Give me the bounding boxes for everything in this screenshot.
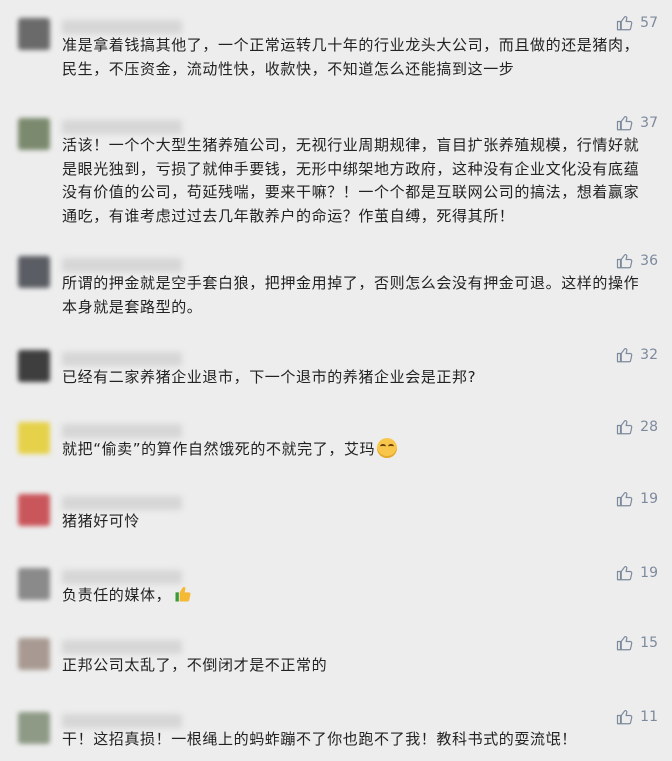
- comment-text-body: 负责任的媒体，: [62, 586, 172, 604]
- like-count: 19: [640, 491, 658, 507]
- like-count: 57: [640, 15, 658, 31]
- thumbs-up-outline-icon: [617, 254, 633, 269]
- comment-text: 就把“偷卖”的算作自然饿死的不就完了，艾玛: [62, 438, 654, 462]
- like-count: 32: [640, 347, 658, 363]
- thumbs-up-outline-icon: [617, 16, 633, 31]
- thumbs-up-outline-icon: [617, 348, 633, 363]
- like-count: 15: [640, 635, 658, 651]
- comment-text: 猪猪好可怜: [62, 512, 141, 530]
- commenter-name[interactable]: [62, 714, 182, 728]
- like-count: 36: [640, 253, 658, 269]
- like-button[interactable]: 28: [616, 416, 658, 438]
- comment-list: 57 准是拿着钱搞其他了，一个正常运转几十年的行业龙头大公司，而且做的还是猪肉，…: [0, 0, 672, 761]
- avatar[interactable]: [18, 494, 50, 526]
- avatar[interactable]: [18, 638, 50, 670]
- like-count: 37: [640, 115, 658, 131]
- avatar[interactable]: [18, 118, 50, 150]
- laugh-cry-emoji-icon: [377, 438, 398, 458]
- avatar[interactable]: [18, 256, 50, 288]
- thumbs-up-emoji-icon: [173, 584, 193, 604]
- like-count: 11: [640, 709, 658, 725]
- thumbs-up-outline-icon: [617, 116, 633, 131]
- commenter-name[interactable]: [62, 496, 182, 510]
- comment-text: 负责任的媒体，: [62, 584, 654, 608]
- thumbs-up-outline-icon: [617, 420, 633, 435]
- thumbs-up-outline-icon: [617, 636, 633, 651]
- thumbs-up-outline-icon: [617, 710, 633, 725]
- comment-text: 准是拿着钱搞其他了，一个正常运转几十年的行业龙头大公司，而且做的还是猪肉，民生，…: [62, 36, 640, 78]
- comment-text: 已经有二家养猪企业退市，下一个退市的养猪企业会是正邦?: [62, 368, 477, 386]
- commenter-name[interactable]: [62, 640, 182, 654]
- comment-text: 所谓的押金就是空手套白狼，把押金用掉了，否则怎么会没有押金可退。这样的操作本身就…: [62, 274, 640, 316]
- avatar[interactable]: [18, 350, 50, 382]
- avatar[interactable]: [18, 568, 50, 600]
- like-button[interactable]: 19: [616, 488, 658, 510]
- comment-text: 正邦公司太乱了，不倒闭才是不正常的: [62, 656, 328, 674]
- avatar[interactable]: [18, 18, 50, 50]
- commenter-name[interactable]: [62, 570, 182, 584]
- like-button[interactable]: 57: [616, 12, 658, 34]
- avatar[interactable]: [18, 712, 50, 744]
- like-button[interactable]: 19: [616, 562, 658, 584]
- commenter-name[interactable]: [62, 120, 182, 134]
- thumbs-up-outline-icon: [617, 492, 633, 507]
- comment-text: 活该！一个个大型生猪养殖公司，无视行业周期规律，盲目扩张养殖规模，行情好就是眼光…: [62, 136, 640, 225]
- like-button[interactable]: 15: [616, 632, 658, 654]
- avatar[interactable]: [18, 422, 50, 454]
- like-count: 19: [640, 565, 658, 581]
- commenter-name[interactable]: [62, 258, 182, 272]
- like-count: 28: [640, 419, 658, 435]
- thumbs-up-outline-icon: [617, 566, 633, 581]
- commenter-name[interactable]: [62, 424, 182, 438]
- like-button[interactable]: 11: [616, 706, 658, 728]
- comment-text-body: 就把“偷卖”的算作自然饿死的不就完了，艾玛: [62, 440, 376, 458]
- commenter-name[interactable]: [62, 20, 182, 34]
- commenter-name[interactable]: [62, 352, 182, 366]
- comment-text: 干！这招真损！一根绳上的蚂蚱蹦不了你也跑不了我！教科书式的耍流氓！: [62, 730, 577, 748]
- like-button[interactable]: 37: [616, 112, 658, 134]
- like-button[interactable]: 36: [616, 250, 658, 272]
- like-button[interactable]: 32: [616, 344, 658, 366]
